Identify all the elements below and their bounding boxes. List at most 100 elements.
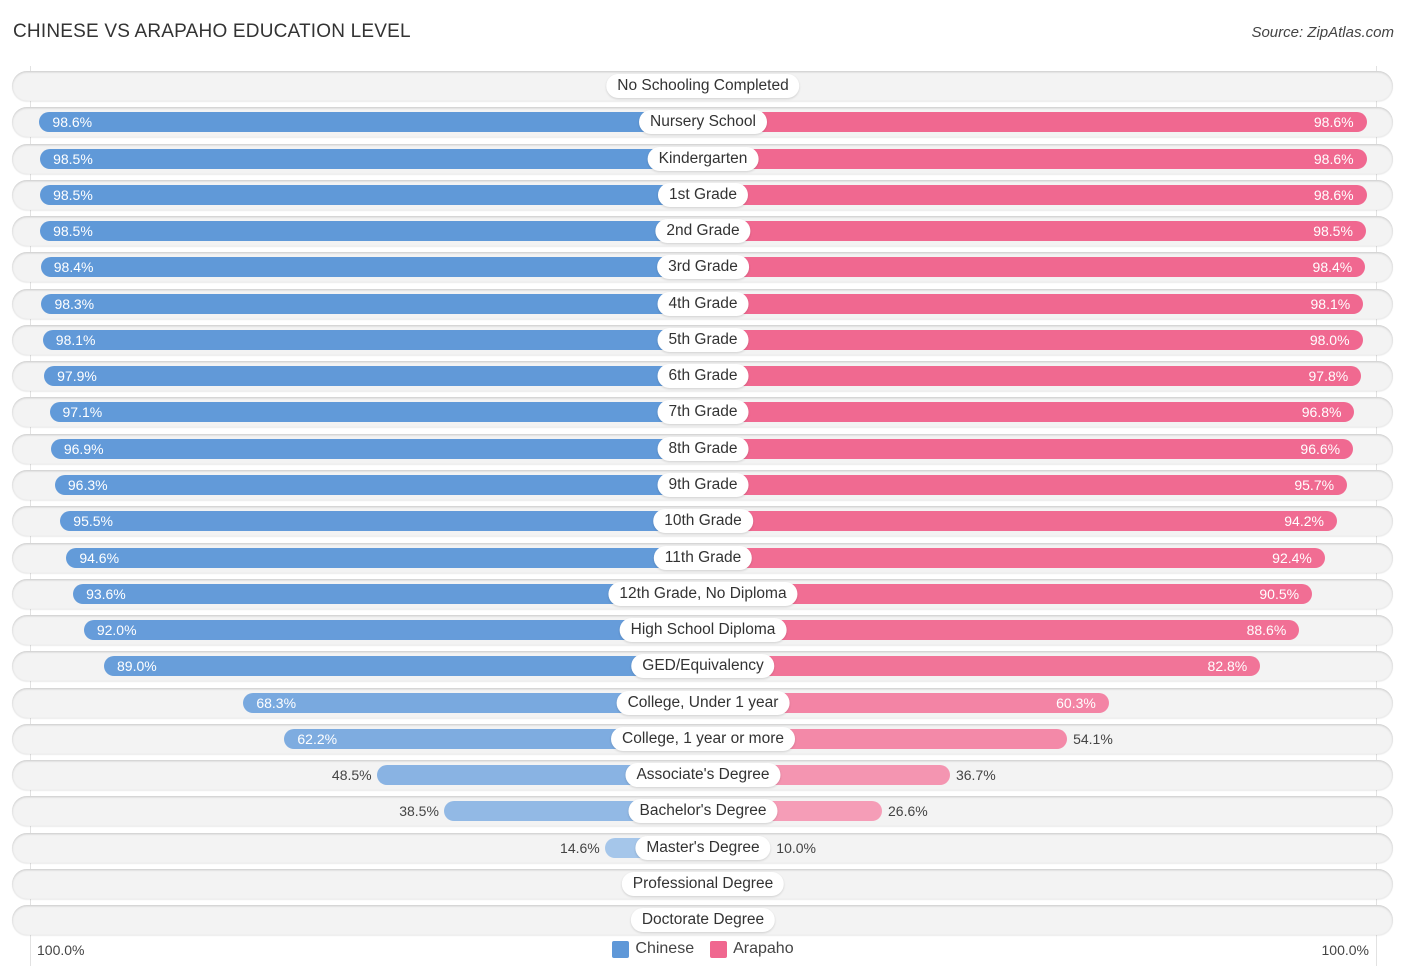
value-label-arapaho: 98.5% xyxy=(1313,223,1353,240)
value-label-arapaho: 97.8% xyxy=(1308,368,1349,385)
bar-arapaho xyxy=(703,221,1366,242)
value-label-arapaho: 98.6% xyxy=(1313,114,1354,131)
legend-label-chinese: Chinese xyxy=(635,940,695,957)
value-label-chinese: 94.6% xyxy=(79,549,120,566)
category-label: Associate's Degree xyxy=(625,763,781,788)
value-label-chinese: 97.1% xyxy=(62,404,103,421)
value-label-chinese: 98.3% xyxy=(54,295,95,312)
bar-arapaho xyxy=(703,438,1354,459)
bar-arapaho xyxy=(703,184,1367,205)
category-label: 9th Grade xyxy=(657,472,749,497)
value-label-arapaho: 36.7% xyxy=(955,767,996,784)
category-label: 4th Grade xyxy=(657,291,749,316)
category-label: 1st Grade xyxy=(657,182,749,207)
category-label: Professional Degree xyxy=(621,871,785,896)
value-label-arapaho: 60.3% xyxy=(1056,694,1096,711)
value-label-chinese: 62.2% xyxy=(297,730,338,747)
bar-arapaho xyxy=(703,329,1363,350)
category-label: 3rd Grade xyxy=(657,255,749,280)
value-label-chinese: 98.4% xyxy=(53,259,94,276)
category-label: Nursery School xyxy=(639,110,767,135)
category-label: College, 1 year or more xyxy=(611,726,795,751)
category-label: No Schooling Completed xyxy=(606,74,800,98)
value-label-arapaho: 54.1% xyxy=(1073,730,1113,747)
legend-label-arapaho: Arapaho xyxy=(733,940,794,957)
bar-chinese xyxy=(66,547,703,568)
value-label-chinese: 93.6% xyxy=(86,585,126,602)
category-label: 11th Grade xyxy=(653,545,753,570)
category-label: Bachelor's Degree xyxy=(628,799,778,824)
value-label-arapaho: 95.7% xyxy=(1294,476,1335,493)
category-label: High School Diploma xyxy=(619,618,787,643)
bar-chinese xyxy=(104,656,703,677)
value-label-arapaho: 94.2% xyxy=(1284,513,1324,530)
value-label-chinese: 48.5% xyxy=(331,767,372,784)
value-label-chinese: 92.0% xyxy=(96,622,137,639)
value-label-arapaho: 96.6% xyxy=(1300,440,1341,457)
value-label-chinese: 98.6% xyxy=(52,114,93,131)
value-label-chinese: 98.5% xyxy=(53,223,93,240)
value-label-arapaho: 98.6% xyxy=(1313,150,1354,167)
bar-chinese xyxy=(40,257,703,278)
bar-chinese xyxy=(83,620,703,641)
category-label: 6th Grade xyxy=(657,364,749,389)
value-label-chinese: 14.6% xyxy=(560,839,600,856)
value-label-arapaho: 98.4% xyxy=(1312,259,1353,276)
legend-item-chinese: Chinese xyxy=(612,940,694,958)
value-label-arapaho: 10.0% xyxy=(776,839,816,856)
value-label-arapaho: 90.5% xyxy=(1259,585,1300,602)
category-label: 12th Grade, No Diploma xyxy=(608,581,798,606)
value-label-chinese: 89.0% xyxy=(117,658,157,675)
legend-swatch-chinese xyxy=(612,940,630,958)
bar-arapaho xyxy=(703,112,1367,133)
bar-arapaho xyxy=(703,148,1367,169)
legend-item-arapaho: Arapaho xyxy=(710,940,794,958)
bar-chinese xyxy=(54,474,703,495)
value-label-chinese: 38.5% xyxy=(399,803,439,820)
category-label: 5th Grade xyxy=(657,327,749,352)
value-label-chinese: 98.5% xyxy=(53,150,93,167)
category-label: Doctorate Degree xyxy=(630,908,776,933)
bar-arapaho xyxy=(703,620,1300,641)
bar-chinese xyxy=(60,511,703,532)
bar-arapaho xyxy=(703,547,1325,568)
bar-chinese xyxy=(40,221,703,242)
value-label-arapaho: 82.8% xyxy=(1207,658,1248,675)
bar-arapaho xyxy=(703,366,1362,387)
diverging-bar-chart: 1.5%2.1%No Schooling Completed98.6%98.6%… xyxy=(0,0,1406,975)
value-label-chinese: 96.9% xyxy=(63,440,104,457)
value-label-arapaho: 98.6% xyxy=(1313,186,1354,203)
bar-chinese xyxy=(39,112,703,133)
value-label-chinese: 96.3% xyxy=(67,476,108,493)
legend: Chinese Arapaho xyxy=(0,940,1406,958)
bar-chinese xyxy=(40,148,703,169)
value-label-arapaho: 96.8% xyxy=(1301,404,1342,421)
value-label-arapaho: 98.1% xyxy=(1310,295,1351,312)
bar-chinese xyxy=(42,329,703,350)
bar-chinese xyxy=(40,184,703,205)
category-label: 8th Grade xyxy=(657,436,749,461)
bar-chinese xyxy=(49,402,703,423)
value-label-arapaho: 88.6% xyxy=(1246,622,1287,639)
category-label: College, Under 1 year xyxy=(616,690,790,715)
category-label: 7th Grade xyxy=(657,400,749,425)
value-label-chinese: 97.9% xyxy=(57,368,97,385)
bar-arapaho xyxy=(703,293,1364,314)
bar-arapaho xyxy=(703,511,1337,532)
bar-arapaho xyxy=(703,402,1355,423)
value-label-chinese: 98.1% xyxy=(55,331,96,348)
value-label-chinese: 68.3% xyxy=(256,694,297,711)
bar-chinese xyxy=(50,438,703,459)
bar-chinese xyxy=(44,366,703,387)
value-label-arapaho: 92.4% xyxy=(1272,549,1312,566)
legend-swatch-arapaho xyxy=(710,940,728,958)
category-label: Master's Degree xyxy=(635,835,771,860)
category-label: GED/Equivalency xyxy=(631,654,775,679)
bar-chinese xyxy=(41,293,703,314)
value-label-arapaho: 26.6% xyxy=(888,803,928,820)
value-label-arapaho: 98.0% xyxy=(1309,331,1350,348)
value-label-chinese: 98.5% xyxy=(53,186,93,203)
value-label-chinese: 95.5% xyxy=(73,513,113,530)
bar-arapaho xyxy=(703,474,1348,495)
bar-arapaho xyxy=(703,656,1261,677)
